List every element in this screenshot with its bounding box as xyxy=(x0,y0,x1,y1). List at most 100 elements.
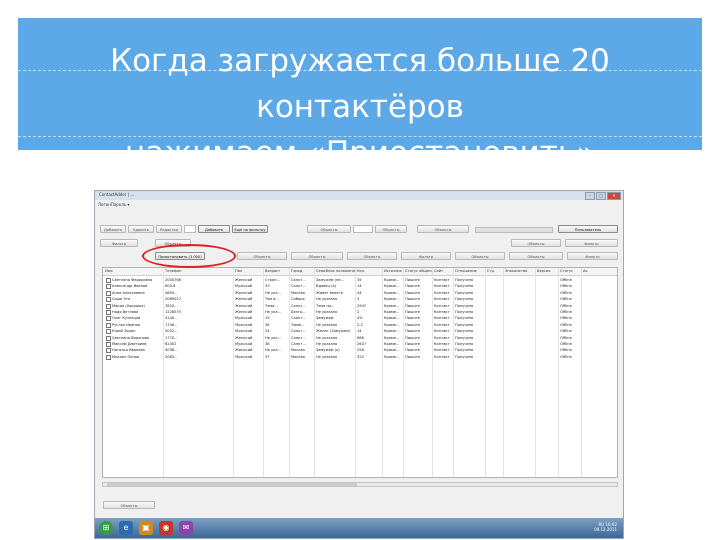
row-checkbox[interactable] xyxy=(106,335,111,341)
row-checkbox[interactable] xyxy=(106,322,111,328)
objects-button[interactable]: Объекты xyxy=(511,239,561,247)
table-cell: Замужем (а) xyxy=(316,348,340,353)
editor-button[interactable]: Редактор xyxy=(156,225,182,233)
table-cell xyxy=(505,290,534,296)
table-cell: 2 xyxy=(357,310,360,314)
delete-button[interactable]: Удалить xyxy=(128,225,154,233)
column-header[interactable]: Статус общения xyxy=(405,268,432,275)
table-cell: 2000766 xyxy=(165,278,182,282)
filter-button[interactable]: Фильтр xyxy=(401,252,451,260)
table-cell: Пишите xyxy=(405,278,420,282)
table-cell: 3 xyxy=(357,297,360,302)
row-checkbox[interactable] xyxy=(106,278,111,283)
add-contacts-button[interactable]: Добавить xyxy=(198,225,230,233)
row-checkbox[interactable] xyxy=(106,354,111,360)
table-cell: Контакт xyxy=(434,290,450,295)
maximize-button[interactable]: □ xyxy=(596,192,606,200)
explorer-icon[interactable]: ▣ xyxy=(139,521,153,535)
table-cell: Пишите xyxy=(405,348,420,353)
objects-button[interactable]: Объекты xyxy=(237,252,287,260)
column-header[interactable]: Отношение xyxy=(455,268,485,275)
objects-button[interactable]: Объекты xyxy=(291,252,343,260)
table-cell: Не ука... xyxy=(265,310,281,314)
windows-taskbar: ⊞ e ▣ ◉ ✉ RU 16:02 09.12.2011 xyxy=(95,518,623,538)
column-header[interactable]: Семейное положение xyxy=(316,268,355,275)
table-cell: Пишите xyxy=(405,303,420,308)
slide-title-banner: Когда загружается больше 20 контактёров … xyxy=(18,18,702,171)
filter-button[interactable]: Ещё по фильтру xyxy=(232,225,268,233)
table-cell: Не указано xyxy=(316,297,338,302)
column-header[interactable]: Пол xyxy=(235,268,263,275)
scrollbar-thumb[interactable] xyxy=(107,483,357,486)
column-header[interactable]: Город xyxy=(291,268,314,275)
table-cell xyxy=(487,290,502,296)
table-cell xyxy=(487,303,502,309)
column-header[interactable]: Кол. xyxy=(357,268,382,275)
table-cell: Санкт... xyxy=(291,316,306,321)
objects-button[interactable]: Объекты xyxy=(103,501,155,509)
menu-login[interactable]: ЛогинПароль ▾ xyxy=(98,202,129,207)
table-cell: Стран... xyxy=(265,278,280,282)
row-checkbox[interactable] xyxy=(106,303,111,309)
row-checkbox[interactable] xyxy=(106,342,111,347)
table-cell: 62402 xyxy=(165,342,177,346)
row-checkbox[interactable] xyxy=(106,290,111,296)
column-header[interactable]: Статус xyxy=(560,268,581,275)
table-cell: 600-6 xyxy=(165,284,176,289)
horizontal-scrollbar[interactable] xyxy=(102,482,618,487)
column-header[interactable]: Знакомство xyxy=(505,268,535,275)
mail-icon[interactable]: ✉ xyxy=(179,521,193,535)
column-divider xyxy=(263,268,264,477)
objects-button[interactable]: Объекты xyxy=(455,252,505,260)
row-checkbox[interactable] xyxy=(106,348,111,354)
browser-icon[interactable]: e xyxy=(119,521,133,535)
row-checkbox[interactable] xyxy=(106,297,111,303)
column-header[interactable]: Возраст xyxy=(265,268,289,275)
objects-button[interactable]: Объекты xyxy=(417,225,469,233)
application-screenshot: ContactAdder | ... – □ ✕ ЛогинПароль ▾ Д… xyxy=(94,190,624,539)
table-cell: Кроме... xyxy=(384,342,400,346)
row-checkbox[interactable] xyxy=(106,310,111,315)
start-icon[interactable]: ⊞ xyxy=(99,521,113,535)
table-cell xyxy=(487,309,502,315)
column-header[interactable]: Телефон xyxy=(165,268,233,275)
table-cell xyxy=(505,303,534,309)
column-header[interactable]: Имя xyxy=(105,268,163,275)
table-cell: Женат (Замужем) xyxy=(316,329,351,334)
column-divider xyxy=(581,268,582,477)
table-cell: Offline xyxy=(560,354,572,359)
column-header[interactable]: Стр. xyxy=(487,268,503,275)
toolbar-field[interactable] xyxy=(353,225,373,233)
column-divider xyxy=(432,268,433,477)
objects-button[interactable]: Объекты xyxy=(375,225,407,233)
objects-button[interactable]: Объекты xyxy=(307,225,351,233)
table-cell: Offline xyxy=(560,278,572,282)
column-header[interactable]: Сайт xyxy=(434,268,453,275)
filter-button[interactable]: Фильтр xyxy=(567,252,618,260)
table-cell: Мужской xyxy=(235,329,253,334)
table-cell: Не ука... xyxy=(265,290,281,295)
add-button[interactable]: Добавить xyxy=(100,225,126,233)
filter-button[interactable]: Фильтр xyxy=(565,239,618,247)
objects-button[interactable]: Объекты xyxy=(509,252,563,260)
table-cell: Москва xyxy=(291,290,305,295)
table-cell: Не ука... xyxy=(265,348,281,353)
column-header[interactable]: Источник xyxy=(384,268,403,275)
toolbar-field[interactable] xyxy=(184,225,196,233)
column-divider xyxy=(485,268,486,477)
row-checkbox[interactable] xyxy=(106,284,111,290)
column-header[interactable]: Ак xyxy=(583,268,608,275)
row-checkbox[interactable] xyxy=(106,329,111,335)
close-button[interactable]: ✕ xyxy=(607,192,621,200)
table-cell: Москва xyxy=(291,348,305,353)
chrome-icon[interactable]: ◉ xyxy=(159,521,173,535)
slide-title: Когда загружается больше 20 контактёров … xyxy=(18,38,702,176)
column-header[interactable]: Версия xyxy=(537,268,558,275)
table-cell: Тюме... xyxy=(291,322,305,327)
row-checkbox[interactable] xyxy=(106,316,111,322)
filter-button[interactable]: Фильтр xyxy=(100,239,138,247)
user-button[interactable]: Пользователь xyxy=(558,225,618,233)
table-cell xyxy=(505,354,534,360)
objects-button[interactable]: Объекты xyxy=(347,252,397,260)
minimize-button[interactable]: – xyxy=(585,192,595,200)
